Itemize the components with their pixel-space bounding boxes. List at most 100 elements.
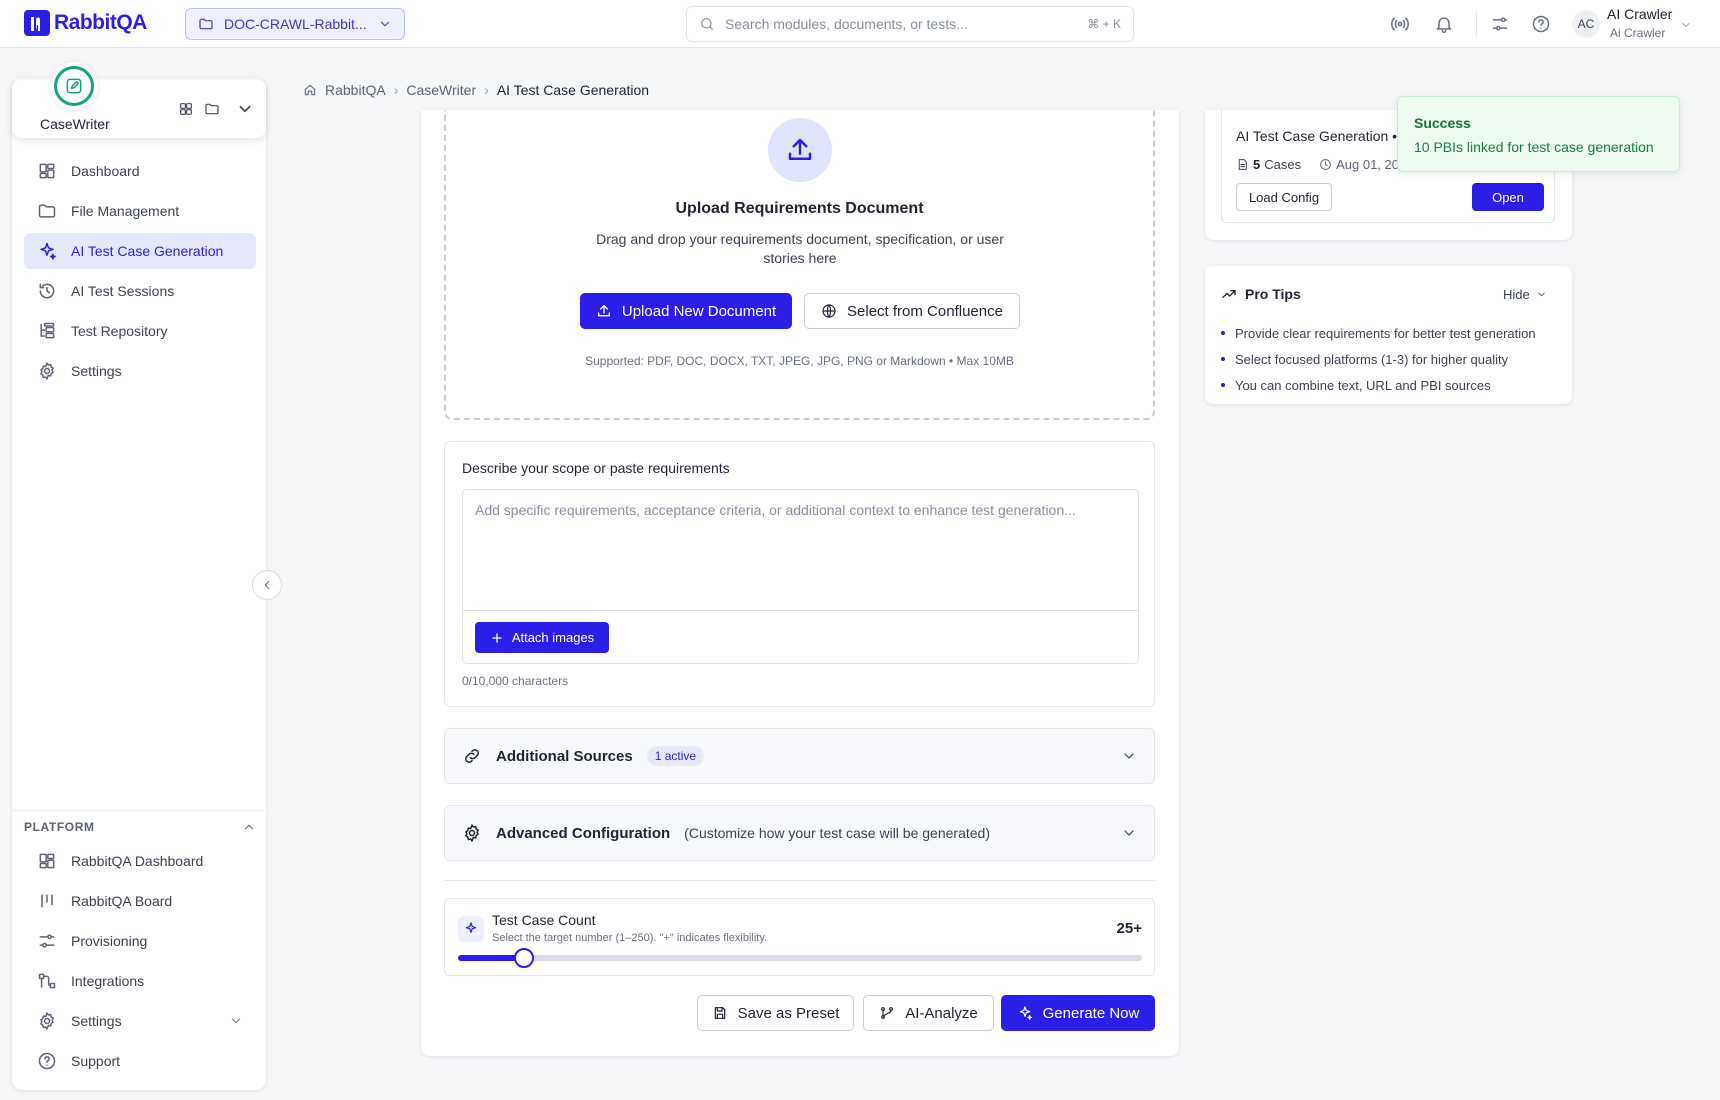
confluence-button-label: Select from Confluence [847,302,1003,320]
project-name: DOC-CRAWL-Rabbit... [224,16,367,32]
section-divider [444,880,1155,881]
ai-analyze-label: AI-Analyze [905,1004,978,1022]
collapse-sidebar-button[interactable] [252,570,282,600]
generate-now-button[interactable]: Generate Now [1001,995,1155,1031]
upload-icon [768,118,832,182]
breadcrumb-section[interactable]: CaseWriter [406,82,476,98]
scope-label: Describe your scope or paste requirement… [462,460,730,476]
sidebar-item-platform-settings[interactable]: Settings [24,1003,256,1039]
search-input[interactable]: Search modules, documents, or tests... ⌘… [686,6,1134,42]
breadcrumb-separator: › [393,82,399,98]
additional-sources-title: Additional Sources [496,747,633,765]
advanced-configuration-accordion[interactable]: Advanced Configuration (Customize how yo… [444,805,1155,861]
logo-text: RabbitQA [54,11,147,34]
breadcrumb-home[interactable]: RabbitQA [325,82,386,98]
test-case-count-title: Test Case Count [492,912,596,928]
select-from-confluence-button[interactable]: Select from Confluence [804,293,1020,329]
gear-icon [465,824,479,842]
chevron-down-icon [231,1018,241,1024]
hide-tips-button[interactable]: Hide [1503,287,1547,302]
sparkle-icon [458,916,484,942]
tools-icon[interactable] [1490,14,1510,34]
bell-icon[interactable] [1434,14,1454,34]
help-icon [38,1052,56,1070]
recent-generation-title: AI Test Case Generation • [1236,128,1398,144]
sidebar-item-integrations[interactable]: Integrations [24,963,256,999]
chevron-down-icon[interactable] [1680,19,1692,31]
breadcrumb-separator: › [484,82,489,98]
trending-up-icon [1222,290,1236,298]
top-bar: RabbitQA DOC-CRAWL-Rabbit... Search modu… [0,0,1720,48]
sidebar-item-provisioning[interactable]: Provisioning [24,923,256,959]
active-sources-badge: 1 active [646,746,705,766]
ai-analyze-button[interactable]: AI-Analyze [863,995,994,1031]
chevron-down-icon[interactable] [236,100,254,118]
sidebar-item-file-management[interactable]: File Management [24,193,256,229]
sidebar-item-label: AI Test Sessions [71,283,175,299]
chevron-down-icon [380,21,390,27]
upload-icon [597,305,610,317]
chevron-down-icon [1124,753,1134,759]
topbar-divider [1476,12,1477,36]
tree-icon [40,322,55,339]
test-case-count-slider[interactable] [458,948,1142,968]
board-icon [41,894,53,908]
globe-icon [822,304,836,318]
user-avatar[interactable]: AC [1572,10,1600,38]
load-config-button[interactable]: Load Config [1236,183,1332,211]
module-name: CaseWriter [40,116,110,132]
sidebar-item-rabbitqa-board[interactable]: RabbitQA Board [24,883,256,919]
recent-generation-meta: 5 Cases Aug 01, 202 [1236,157,1406,172]
save-icon [714,1007,725,1019]
sidebar-item-label: RabbitQA Dashboard [71,853,204,869]
help-icon[interactable] [1531,14,1551,34]
cases-label: Cases [1264,157,1302,172]
user-name: AI Crawler [1607,6,1673,22]
pro-tips-header: Pro Tips [1221,286,1301,302]
sidebar-item-label: Settings [71,1013,122,1029]
chevron-down-icon [1538,292,1545,297]
scope-divider [463,610,1138,611]
sidebar-item-rabbitqa-dashboard[interactable]: RabbitQA Dashboard [24,843,256,879]
search-shortcut: ⌘ + K [1087,17,1121,31]
sliders-icon [39,934,55,948]
sidebar-item-label: Test Repository [71,323,168,339]
sidebar-item-dashboard[interactable]: Dashboard [24,153,256,189]
sidebar-item-test-repository[interactable]: Test Repository [24,313,256,349]
home-icon[interactable] [303,83,317,97]
tip-item: Select focused platforms (1-3) for highe… [1221,346,1536,372]
upload-new-document-button[interactable]: Upload New Document [580,293,792,329]
sidebar-item-ai-test-sessions[interactable]: AI Test Sessions [24,273,256,309]
history-icon [39,283,55,299]
grid-icon [39,163,55,179]
platform-section-toggle[interactable]: PLATFORM [24,820,256,834]
project-selector[interactable]: DOC-CRAWL-Rabbit... [185,8,405,40]
advanced-configuration-title: Advanced Configuration [496,824,671,842]
sidebar-item-settings[interactable]: Settings [24,353,256,389]
grid-icon[interactable] [178,101,194,117]
tip-item: You can combine text, URL and PBI source… [1221,372,1536,398]
broadcast-icon[interactable] [1390,14,1410,34]
sidebar-item-label: Support [71,1053,121,1069]
save-as-preset-button[interactable]: Save as Preset [697,995,854,1031]
hide-tips-label: Hide [1503,287,1530,302]
folder-icon[interactable] [204,101,220,117]
gear-icon [40,362,54,380]
test-case-count-value: 25+ [1116,920,1142,937]
sparkle-icon [40,242,56,260]
additional-sources-accordion[interactable]: Additional Sources 1 active [444,728,1155,784]
link-icon [465,749,479,763]
success-toast[interactable]: Success 10 PBIs linked for test case gen… [1397,96,1680,172]
attach-images-button[interactable]: Attach images [475,622,609,653]
rabbitqa-logo[interactable]: RabbitQA [24,10,147,36]
breadcrumb: RabbitQA › CaseWriter › AI Test Case Gen… [303,82,649,98]
scope-placeholder: Add specific requirements, acceptance cr… [475,502,1076,518]
slider-thumb[interactable] [513,948,534,968]
grid-icon [39,853,55,869]
sidebar-item-label: Settings [71,363,122,379]
sidebar-item-ai-test-case-generation[interactable]: AI Test Case Generation [24,233,256,269]
edit-icon [54,66,94,106]
open-button[interactable]: Open [1472,183,1544,211]
sidebar-item-support[interactable]: Support [24,1043,256,1079]
cases-count: 5 [1253,157,1261,172]
